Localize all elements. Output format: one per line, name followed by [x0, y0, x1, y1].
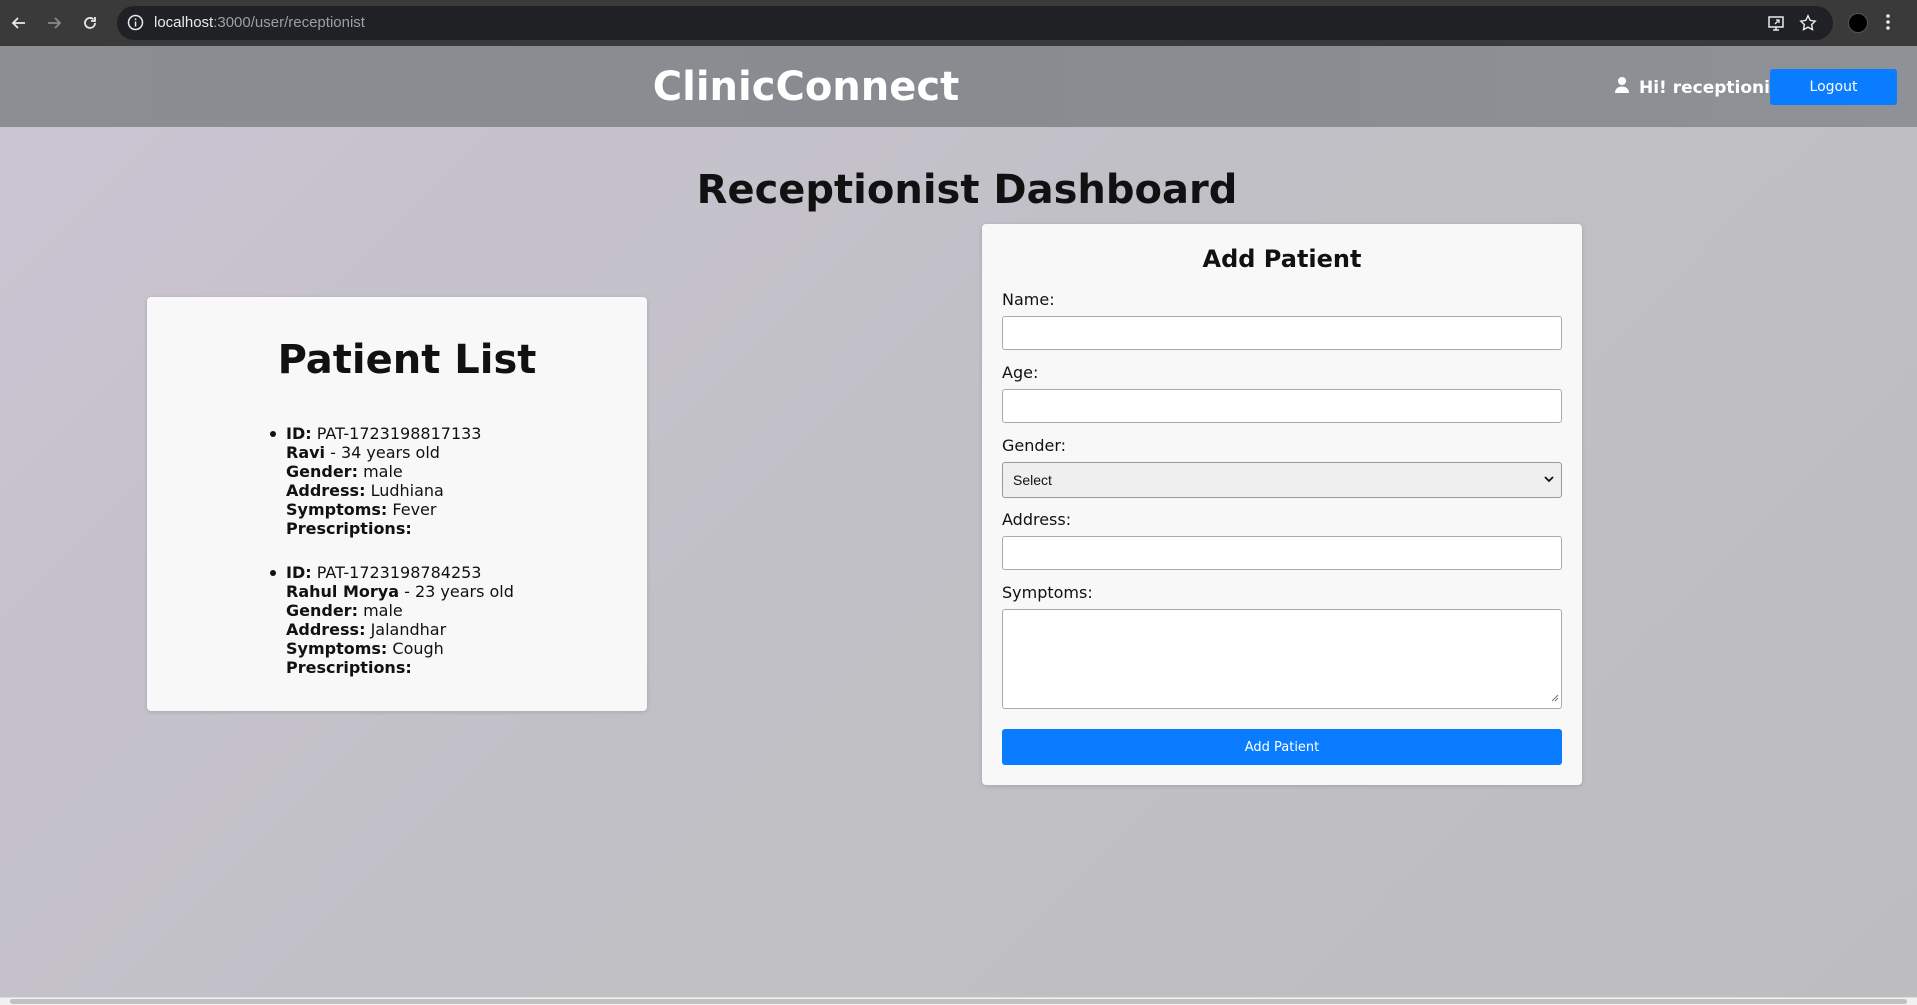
patient-id: PAT-1723198817133: [316, 424, 482, 443]
address-label: Address:: [286, 481, 366, 500]
add-patient-title: Add Patient: [1202, 245, 1362, 273]
browser-toolbar: localhost:3000/user/receptionist: [0, 0, 1917, 46]
patient-name: Rahul Morya: [286, 582, 399, 601]
age-field[interactable]: [1002, 389, 1562, 423]
patient-list-card: Patient List ID: PAT-1723198817133 Ravi …: [147, 297, 647, 711]
url-host: localhost: [154, 14, 214, 31]
name-field[interactable]: [1002, 316, 1562, 350]
patient-list: ID: PAT-1723198817133 Ravi - 34 years ol…: [270, 424, 514, 702]
prescriptions-label: Prescriptions:: [286, 658, 412, 677]
add-patient-card: Add Patient Name: Age: Gender: Select Ad…: [982, 224, 1582, 785]
add-patient-button[interactable]: Add Patient: [1002, 729, 1562, 765]
patient-address: Ludhiana: [370, 481, 444, 500]
age-label: Age:: [1002, 363, 1039, 382]
gender-select[interactable]: Select: [1002, 462, 1562, 498]
prescriptions-label: Prescriptions:: [286, 519, 412, 538]
address-label: Address:: [286, 620, 366, 639]
patient-symptoms: Cough: [392, 639, 444, 658]
dashboard-main: Receptionist Dashboard Patient List ID: …: [0, 127, 1917, 997]
symptoms-label: Symptoms:: [286, 639, 388, 658]
id-label: ID:: [286, 563, 312, 582]
app-navbar: ClinicConnect Hi! receptionist Logout: [0, 46, 1917, 127]
reload-icon[interactable]: [79, 12, 101, 34]
profile-avatar[interactable]: [1848, 13, 1868, 33]
gender-label: Gender:: [286, 601, 358, 620]
address-field[interactable]: [1002, 536, 1562, 570]
site-info-icon[interactable]: [127, 14, 144, 35]
brand-title[interactable]: ClinicConnect: [0, 64, 1612, 110]
list-item: ID: PAT-1723198784253 Rahul Morya - 23 y…: [270, 563, 514, 677]
gender-label: Gender:: [1002, 436, 1067, 455]
symptoms-label: Symptoms:: [1002, 583, 1093, 602]
scrollbar-thumb[interactable]: [10, 999, 1907, 1004]
patient-id: PAT-1723198784253: [316, 563, 482, 582]
patient-gender: male: [363, 462, 403, 481]
patient-address: Jalandhar: [370, 620, 447, 639]
back-icon[interactable]: [8, 12, 30, 34]
page-title: Receptionist Dashboard: [696, 167, 1238, 213]
patient-gender: male: [363, 601, 403, 620]
logout-button[interactable]: Logout: [1770, 69, 1897, 105]
more-menu-icon[interactable]: [1885, 12, 1891, 36]
resize-grip-icon[interactable]: [1551, 687, 1559, 706]
user-icon: [1614, 76, 1630, 99]
patient-list-title: Patient List: [277, 337, 537, 383]
symptoms-textarea[interactable]: [1002, 609, 1562, 709]
id-label: ID:: [286, 424, 312, 443]
patient-age: - 34 years old: [330, 443, 440, 462]
bookmark-star-icon[interactable]: [1799, 14, 1817, 36]
gender-selected-value: Select: [1013, 472, 1052, 488]
url-text[interactable]: localhost:3000/user/receptionist: [154, 14, 365, 31]
address-label: Address:: [1002, 510, 1072, 529]
patient-age: - 23 years old: [404, 582, 514, 601]
user-greeting: Hi! receptionist: [1614, 76, 1788, 99]
url-path: :3000/user/receptionist: [213, 14, 365, 31]
gender-label: Gender:: [286, 462, 358, 481]
symptoms-label: Symptoms:: [286, 500, 388, 519]
chevron-down-icon: [1543, 472, 1555, 488]
forward-icon[interactable]: [43, 12, 65, 34]
cast-icon[interactable]: [1767, 14, 1785, 36]
list-item: ID: PAT-1723198817133 Ravi - 34 years ol…: [270, 424, 514, 538]
patient-name: Ravi: [286, 443, 326, 462]
patient-symptoms: Fever: [392, 500, 437, 519]
greeting-text: Hi! receptionist: [1639, 77, 1789, 98]
name-label: Name:: [1002, 290, 1055, 309]
horizontal-scrollbar[interactable]: [0, 997, 1917, 1005]
address-bar[interactable]: localhost:3000/user/receptionist: [117, 6, 1833, 40]
